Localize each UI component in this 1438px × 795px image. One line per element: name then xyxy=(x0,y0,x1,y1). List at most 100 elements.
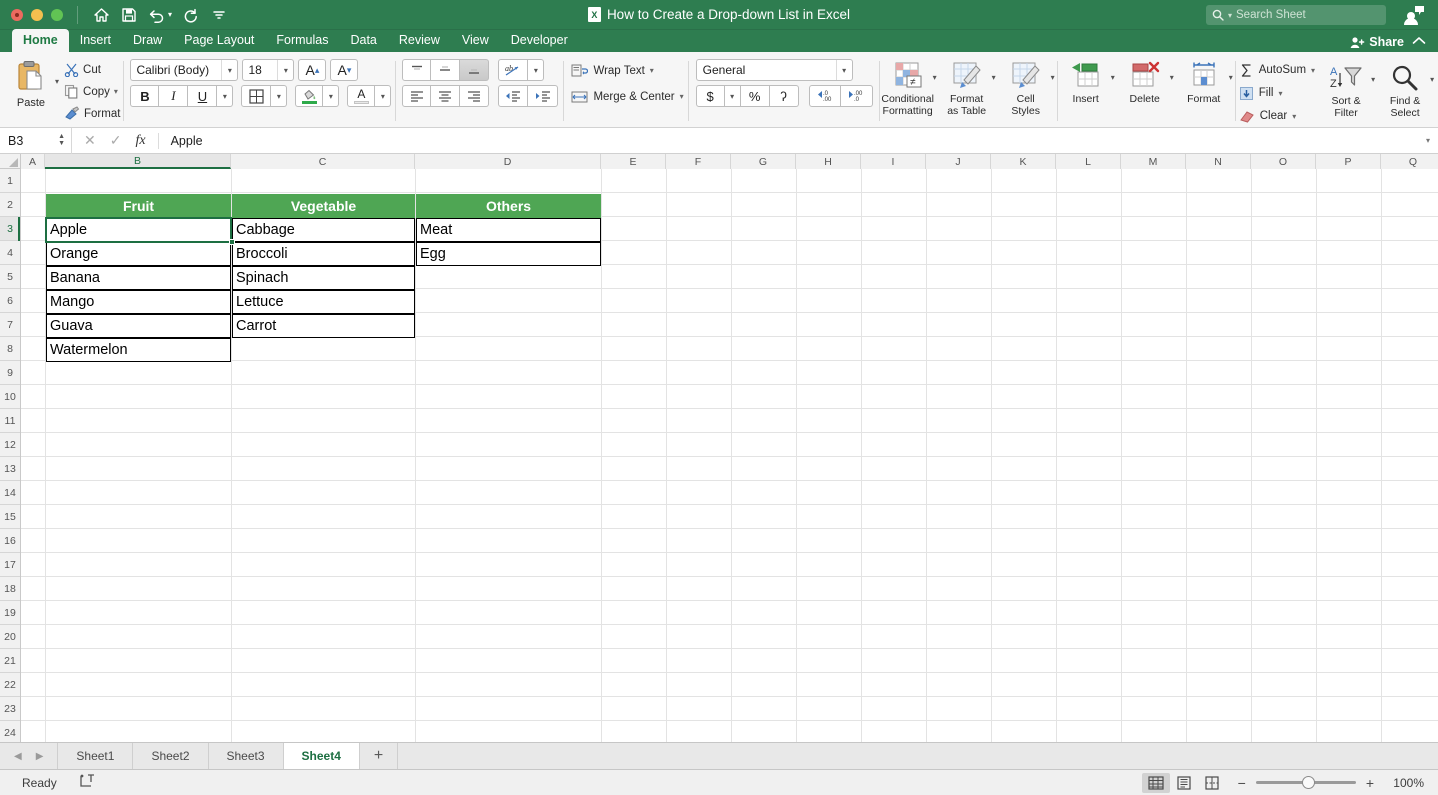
row-header-13[interactable]: 13 xyxy=(0,457,20,481)
table-cell[interactable]: Mango xyxy=(46,290,231,314)
row-header-17[interactable]: 17 xyxy=(0,553,20,577)
table-cell[interactable]: Orange xyxy=(46,242,231,266)
fill-handle[interactable] xyxy=(229,239,235,245)
borders-button[interactable] xyxy=(241,85,272,107)
undo-icon[interactable] xyxy=(144,3,170,27)
table-cell[interactable]: Cabbage xyxy=(232,218,415,242)
format-as-table-button[interactable]: Format as Table xyxy=(939,57,995,117)
column-header-o[interactable]: O xyxy=(1251,154,1316,169)
confirm-entry-button[interactable]: ✓ xyxy=(110,132,122,149)
sort-filter-dropdown-caret[interactable]: ▾ xyxy=(1371,59,1375,84)
chevron-down-icon[interactable]: ▾ xyxy=(835,60,852,80)
row-header-18[interactable]: 18 xyxy=(0,577,20,601)
minimize-window-button[interactable] xyxy=(31,8,43,21)
cell-area[interactable]: Fruit Vegetable Others Apple Orange Banana Man… xyxy=(21,169,1438,742)
insert-cells-button[interactable]: Insert xyxy=(1058,57,1114,105)
row-header-9[interactable]: 9 xyxy=(0,361,20,385)
cut-button[interactable]: Cut xyxy=(61,59,123,80)
row-header-1[interactable]: 1 xyxy=(0,169,20,193)
merge-center-button[interactable]: Merge & Center ▾ xyxy=(571,86,684,107)
currency-dropdown-caret[interactable]: ▾ xyxy=(724,85,741,107)
select-all-corner[interactable] xyxy=(0,154,21,169)
tab-developer[interactable]: Developer xyxy=(500,30,579,52)
row-header-8[interactable]: 8 xyxy=(0,337,20,361)
autosum-button[interactable]: AutoSum ▾ xyxy=(1236,59,1318,81)
clear-dropdown-caret[interactable]: ▾ xyxy=(1292,112,1296,121)
table-cell[interactable]: Spinach xyxy=(232,266,415,290)
row-header-7[interactable]: 7 xyxy=(0,313,20,337)
number-format-select[interactable]: General ▾ xyxy=(695,59,853,81)
column-header-j[interactable]: J xyxy=(926,154,991,169)
font-color-dropdown-caret[interactable]: ▾ xyxy=(375,85,392,107)
row-header-15[interactable]: 15 xyxy=(0,505,20,529)
row-header-5[interactable]: 5 xyxy=(0,265,20,289)
italic-button[interactable]: I xyxy=(159,85,189,107)
conditional-formatting-dropdown-caret[interactable]: ▾ xyxy=(933,57,937,82)
search-sheet-box[interactable]: ▾ xyxy=(1206,5,1386,25)
column-header-m[interactable]: M xyxy=(1121,154,1186,169)
column-header-e[interactable]: E xyxy=(601,154,666,169)
text-orientation-button[interactable]: ab xyxy=(498,59,529,81)
wrap-text-button[interactable]: Wrap Text ▾ xyxy=(571,60,683,81)
row-header-16[interactable]: 16 xyxy=(0,529,20,553)
row-header-14[interactable]: 14 xyxy=(0,481,20,505)
sort-filter-button[interactable]: A Z Sort & Filter xyxy=(1318,59,1374,119)
fill-color-dropdown-caret[interactable]: ▾ xyxy=(323,85,340,107)
insert-dropdown-caret[interactable]: ▾ xyxy=(1111,57,1115,82)
merge-center-dropdown-caret[interactable]: ▾ xyxy=(680,92,684,101)
tab-insert[interactable]: Insert xyxy=(69,30,122,52)
spreadsheet-grid[interactable]: ABCDEFGHIJKLMNOPQ 1 2 3 4 5 6 7 8 9 10 11 12 13 14 15 1… xyxy=(0,154,1438,742)
row-header-23[interactable]: 23 xyxy=(0,697,20,721)
table-cell[interactable]: Carrot xyxy=(232,314,415,338)
fill-button[interactable]: Fill ▾ xyxy=(1236,82,1318,104)
zoom-slider[interactable] xyxy=(1255,776,1356,789)
insert-function-button[interactable]: fx xyxy=(135,133,145,149)
align-middle-button[interactable] xyxy=(431,59,461,81)
increase-font-size-button[interactable]: A ▴ xyxy=(298,59,327,81)
expand-formula-bar-icon[interactable]: ▾ xyxy=(1426,136,1438,145)
tab-view[interactable]: View xyxy=(451,30,500,52)
table-cell[interactable]: Banana xyxy=(46,266,231,290)
decrease-font-size-button[interactable]: A ▾ xyxy=(330,59,359,81)
clear-button[interactable]: Clear ▾ xyxy=(1236,105,1318,127)
sheet-tab-sheet3[interactable]: Sheet3 xyxy=(209,743,284,769)
share-button[interactable]: Share xyxy=(1350,35,1404,49)
chevron-down-icon[interactable]: ▾ xyxy=(277,60,293,80)
formula-input[interactable]: Apple xyxy=(159,134,1426,148)
column-header-p[interactable]: P xyxy=(1316,154,1381,169)
table-header-cell[interactable]: Fruit xyxy=(46,194,231,218)
paste-button[interactable]: Paste xyxy=(8,55,54,109)
next-sheet-icon[interactable]: ▶ xyxy=(36,751,44,762)
close-window-button[interactable] xyxy=(11,8,23,21)
align-bottom-button[interactable] xyxy=(460,59,490,81)
bold-button[interactable]: B xyxy=(130,85,160,107)
sheet-tab-sheet1[interactable]: Sheet1 xyxy=(58,743,134,769)
page-break-preview-button[interactable] xyxy=(1198,773,1226,793)
row-header-3[interactable]: 3 xyxy=(0,216,20,241)
wrap-text-dropdown-caret[interactable]: ▾ xyxy=(650,66,654,75)
format-cells-dropdown-caret[interactable]: ▾ xyxy=(1229,57,1233,82)
tab-data[interactable]: Data xyxy=(339,30,387,52)
column-header-n[interactable]: N xyxy=(1186,154,1251,169)
format-as-table-dropdown-caret[interactable]: ▾ xyxy=(992,57,996,82)
percent-button[interactable]: % xyxy=(740,85,770,107)
align-top-button[interactable] xyxy=(402,59,432,81)
column-header-a[interactable]: A xyxy=(21,154,45,169)
column-header-d[interactable]: D xyxy=(415,154,601,169)
maximize-window-button[interactable] xyxy=(51,8,63,21)
save-icon[interactable] xyxy=(116,3,142,27)
font-color-button[interactable]: A xyxy=(347,85,376,107)
table-cell[interactable]: Broccoli xyxy=(232,242,415,266)
increase-decimal-button[interactable]: .0.00 xyxy=(808,85,841,107)
search-scope-caret[interactable]: ▾ xyxy=(1228,11,1232,20)
currency-button[interactable]: $ xyxy=(695,85,725,107)
row-header-4[interactable]: 4 xyxy=(0,241,20,265)
zoom-slider-knob[interactable] xyxy=(1301,776,1315,789)
fill-color-button[interactable] xyxy=(295,85,324,107)
decrease-indent-button[interactable] xyxy=(498,85,529,107)
row-header-2[interactable]: 2 xyxy=(0,193,20,217)
row-header-22[interactable]: 22 xyxy=(0,673,20,697)
underline-dropdown-caret[interactable]: ▾ xyxy=(217,85,234,107)
chevron-down-icon[interactable]: ▾ xyxy=(221,60,237,80)
column-header-l[interactable]: L xyxy=(1056,154,1121,169)
